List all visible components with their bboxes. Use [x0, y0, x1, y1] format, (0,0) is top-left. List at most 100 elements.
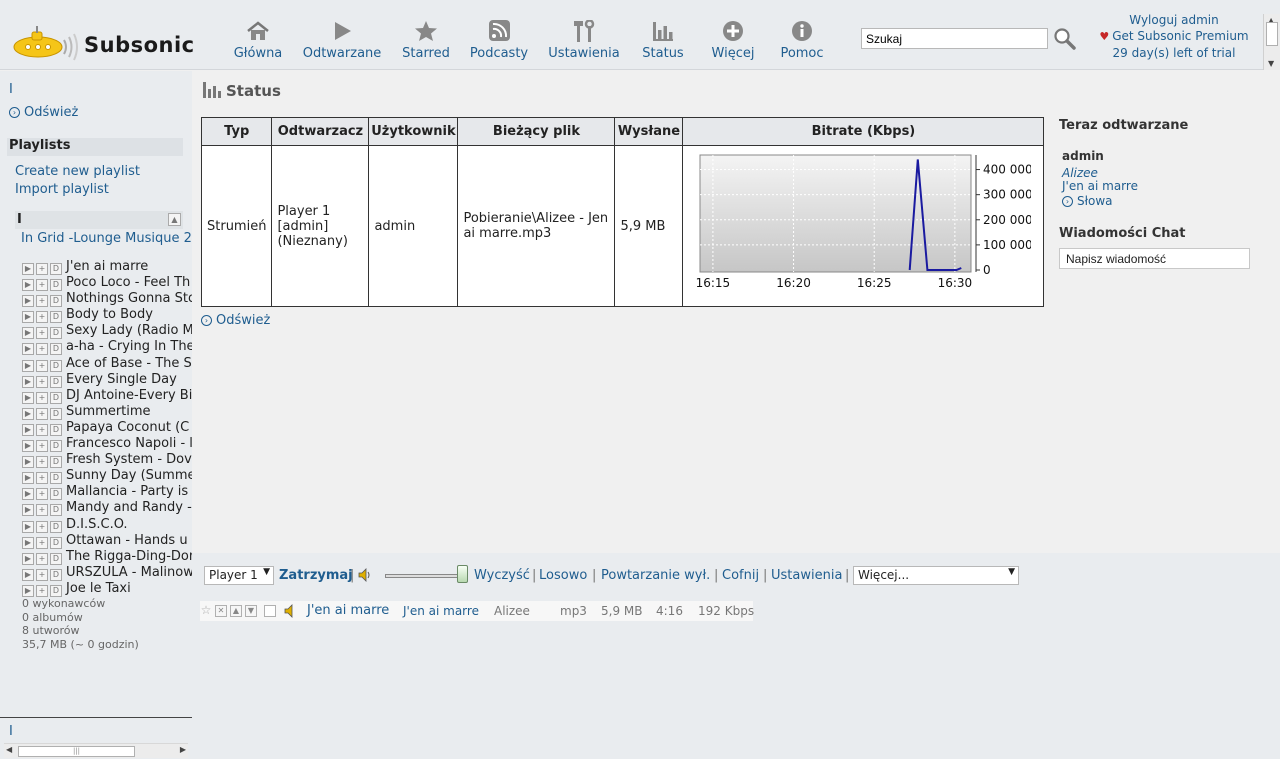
play-icon[interactable]: ▶: [22, 584, 34, 597]
nav-status[interactable]: Status: [640, 20, 686, 62]
download-icon[interactable]: D: [50, 407, 62, 420]
volume-icon[interactable]: [358, 568, 372, 582]
download-icon[interactable]: D: [50, 456, 62, 469]
track-title[interactable]: Mandy and Randy -: [66, 500, 192, 515]
play-icon[interactable]: ▶: [22, 263, 34, 275]
nav-settings[interactable]: Ustawienia: [546, 20, 622, 62]
play-icon[interactable]: ▶: [22, 359, 34, 372]
add-icon[interactable]: +: [36, 568, 48, 581]
play-icon[interactable]: ▶: [22, 440, 34, 453]
download-icon[interactable]: D: [50, 311, 62, 324]
track-title[interactable]: The Rigga-Ding-Don: [66, 549, 192, 564]
sidebar-scrollbar[interactable]: ◀ ||| ▶: [4, 743, 188, 758]
play-icon[interactable]: ▶: [22, 568, 34, 581]
playlist-name-link[interactable]: In Grid -Lounge Musique 20: [21, 231, 192, 246]
download-icon[interactable]: D: [50, 423, 62, 436]
play-icon[interactable]: ▶: [22, 311, 34, 324]
volume-slider[interactable]: [385, 574, 461, 578]
track-title[interactable]: Poco Loco - Feel Th: [66, 275, 190, 290]
play-icon[interactable]: ▶: [22, 423, 34, 436]
move-down-icon[interactable]: ▼: [245, 605, 257, 617]
track-title[interactable]: D.I.S.C.O.: [66, 517, 128, 532]
import-playlist-link[interactable]: Import playlist: [15, 182, 109, 197]
track-title[interactable]: Sunny Day (Summe: [66, 468, 192, 483]
add-icon[interactable]: +: [36, 391, 48, 404]
scrollbar-thumb[interactable]: |||: [18, 746, 135, 757]
logout-link[interactable]: Wyloguj admin: [1129, 13, 1218, 27]
track-title[interactable]: Mallancia - Party is: [66, 484, 188, 499]
track-title[interactable]: Fresh System - Dov: [66, 452, 192, 467]
nav-home[interactable]: Główna: [232, 20, 284, 62]
play-icon[interactable]: ▶: [22, 472, 34, 485]
add-icon[interactable]: +: [36, 584, 48, 597]
scrollbar-thumb[interactable]: [1266, 22, 1278, 46]
play-icon[interactable]: ▶: [22, 552, 34, 565]
lyrics-label[interactable]: Słowa: [1077, 194, 1113, 208]
add-icon[interactable]: +: [36, 407, 48, 420]
play-icon[interactable]: ▶: [22, 391, 34, 404]
scroll-down-icon[interactable]: ▼: [1268, 59, 1274, 68]
repeat-button[interactable]: Powtarzanie wył.: [601, 568, 710, 583]
status-refresh[interactable]: › Odśwież: [201, 313, 270, 328]
download-icon[interactable]: D: [50, 472, 62, 485]
stop-button[interactable]: Zatrzymaj: [279, 568, 353, 583]
play-icon[interactable]: ▶: [22, 536, 34, 549]
download-icon[interactable]: D: [50, 584, 62, 597]
track-title[interactable]: Summertime: [66, 404, 151, 419]
download-icon[interactable]: D: [50, 263, 62, 275]
download-icon[interactable]: D: [50, 375, 62, 388]
more-actions-select[interactable]: Więcej... ▼: [853, 566, 1019, 585]
add-icon[interactable]: +: [36, 488, 48, 501]
add-icon[interactable]: +: [36, 295, 48, 308]
track-title[interactable]: Nothings Gonna Sto: [66, 291, 192, 306]
queue-title[interactable]: J'en ai marre: [307, 603, 389, 618]
search-icon[interactable]: [1053, 27, 1077, 51]
download-icon[interactable]: D: [50, 359, 62, 372]
trial-link[interactable]: 29 day(s) left of trial: [1113, 46, 1236, 60]
play-icon[interactable]: ▶: [22, 295, 34, 308]
add-icon[interactable]: +: [36, 263, 48, 275]
track-title[interactable]: Body to Body: [66, 307, 153, 322]
track-title[interactable]: DJ Antoine-Every Bi: [66, 388, 192, 403]
add-icon[interactable]: +: [36, 327, 48, 340]
scroll-right-icon[interactable]: ▶: [180, 745, 186, 754]
play-icon[interactable]: ▶: [22, 407, 34, 420]
queue-album[interactable]: J'en ai marre: [403, 604, 479, 618]
download-icon[interactable]: D: [50, 504, 62, 517]
play-icon[interactable]: ▶: [22, 327, 34, 340]
nav-podcasts[interactable]: Podcasty: [469, 20, 529, 62]
page-scrollbar[interactable]: ▲ ▼: [1263, 14, 1280, 70]
star-icon[interactable]: ☆: [200, 604, 212, 617]
download-icon[interactable]: D: [50, 536, 62, 549]
collapse-icon[interactable]: ▲: [168, 213, 181, 226]
track-title[interactable]: Ottawan - Hands u: [66, 533, 188, 548]
move-up-icon[interactable]: ▲: [230, 605, 242, 617]
add-icon[interactable]: +: [36, 423, 48, 436]
play-icon[interactable]: ▶: [22, 343, 34, 356]
add-icon[interactable]: +: [36, 440, 48, 453]
download-icon[interactable]: D: [50, 568, 62, 581]
download-icon[interactable]: D: [50, 295, 62, 308]
add-icon[interactable]: +: [36, 472, 48, 485]
chat-input[interactable]: [1059, 248, 1250, 269]
track-title[interactable]: URSZULA - Malinow: [66, 565, 192, 580]
nav-more[interactable]: Więcej: [709, 20, 757, 62]
track-title[interactable]: a-ha - Crying In The: [66, 339, 192, 354]
track-title[interactable]: Francesco Napoli - l: [66, 436, 192, 451]
lyrics-link[interactable]: › Słowa: [1062, 194, 1113, 208]
index-letter[interactable]: I: [9, 82, 13, 97]
shuffle-button[interactable]: Losowo: [539, 568, 587, 583]
add-icon[interactable]: +: [36, 536, 48, 549]
now-playing-artist[interactable]: Alizee: [1062, 166, 1098, 180]
track-title[interactable]: Papaya Coconut (C: [66, 420, 189, 435]
download-icon[interactable]: D: [50, 552, 62, 565]
create-playlist-link[interactable]: Create new playlist: [15, 164, 140, 179]
download-icon[interactable]: D: [50, 488, 62, 501]
add-icon[interactable]: +: [36, 311, 48, 324]
add-icon[interactable]: +: [36, 359, 48, 372]
nav-now-playing[interactable]: Odtwarzane: [301, 20, 383, 62]
select-checkbox[interactable]: [264, 605, 276, 617]
play-icon[interactable]: ▶: [22, 375, 34, 388]
search-input[interactable]: [861, 28, 1048, 49]
sidebar-refresh[interactable]: › Odśwież: [9, 105, 78, 120]
